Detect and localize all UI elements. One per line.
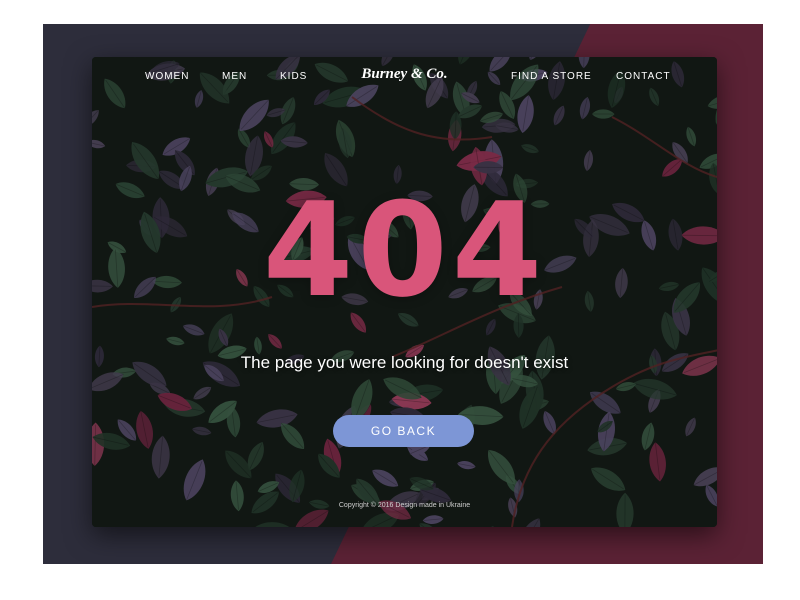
footer-copyright: Copyright © 2016 Design made in Ukraine xyxy=(338,502,471,509)
top-navigation: WOMEN MEN KIDS Burney & Co. FIND A STORE… xyxy=(92,57,717,97)
nav-link-women[interactable]: WOMEN xyxy=(145,71,189,82)
error-message: The page you were looking for doesn't ex… xyxy=(240,353,569,372)
go-back-button[interactable]: GO BACK xyxy=(333,415,474,447)
nav-link-contact[interactable]: CONTACT xyxy=(616,71,671,82)
error-page-card: WOMEN MEN KIDS Burney & Co. FIND A STORE… xyxy=(92,57,717,527)
error-code-heading: 404 xyxy=(262,174,547,326)
nav-link-find-a-store[interactable]: FIND A STORE xyxy=(511,71,592,82)
nav-link-kids[interactable]: KIDS xyxy=(280,71,307,82)
nav-link-men[interactable]: MEN xyxy=(222,71,247,82)
